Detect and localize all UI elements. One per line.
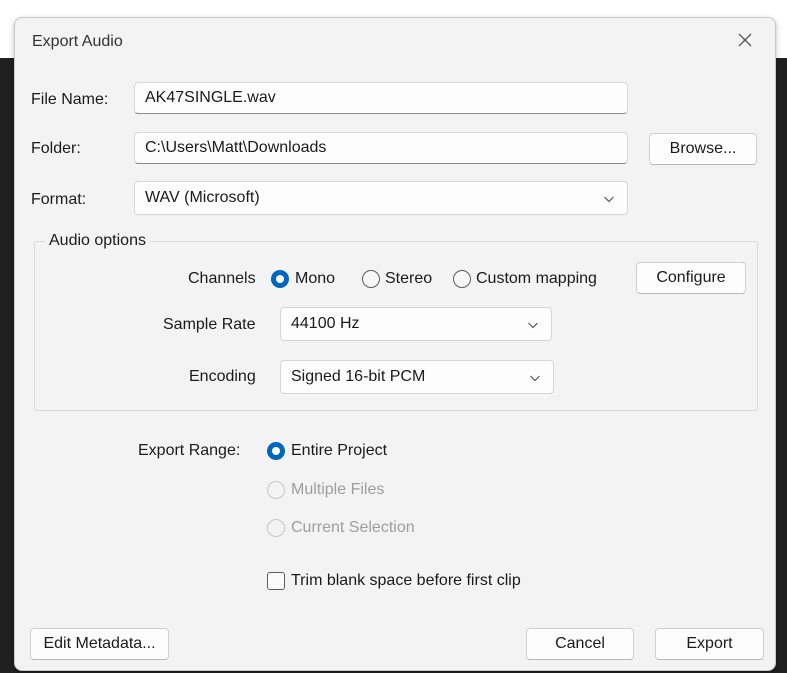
cancel-button[interactable]: Cancel: [526, 628, 634, 660]
sample-rate-label: Sample Rate: [163, 316, 256, 333]
folder-input[interactable]: C:\Users\Matt\Downloads: [134, 132, 628, 164]
sample-rate-value: 44100 Hz: [291, 315, 360, 332]
range-current-selection-label: Current Selection: [291, 519, 415, 536]
chevron-down-icon: [528, 322, 538, 329]
trim-blank-space-label: Trim blank space before first clip: [291, 572, 521, 589]
edit-metadata-button[interactable]: Edit Metadata...: [30, 628, 169, 660]
configure-button[interactable]: Configure: [636, 262, 746, 294]
close-icon[interactable]: [733, 28, 757, 52]
channel-mono-radio[interactable]: [271, 270, 289, 288]
channel-mono-label: Mono: [295, 270, 336, 287]
range-current-selection-radio: [267, 519, 285, 537]
chevron-down-icon: [604, 196, 614, 203]
trim-blank-space-checkbox[interactable]: [267, 572, 285, 590]
channel-custom-radio[interactable]: [453, 270, 471, 288]
encoding-select[interactable]: Signed 16-bit PCM: [280, 360, 554, 394]
encoding-value: Signed 16-bit PCM: [291, 368, 426, 385]
chevron-down-icon: [530, 375, 540, 382]
encoding-label: Encoding: [189, 368, 256, 385]
channel-stereo-label: Stereo: [385, 270, 433, 287]
export-audio-dialog: Export Audio File Name: AK47SINGLE.wav F…: [14, 17, 776, 671]
file-name-label: File Name:: [31, 91, 109, 108]
range-multiple-files-radio: [267, 481, 285, 499]
range-entire-project-radio[interactable]: [267, 442, 285, 460]
dialog-title: Export Audio: [32, 33, 123, 50]
range-multiple-files-label: Multiple Files: [291, 481, 385, 498]
format-label: Format:: [31, 191, 87, 208]
browse-button[interactable]: Browse...: [649, 133, 757, 165]
channel-custom-label: Custom mapping: [476, 270, 597, 287]
export-range-label: Export Range:: [138, 442, 241, 459]
export-button[interactable]: Export: [655, 628, 764, 660]
range-entire-project-label: Entire Project: [291, 442, 388, 459]
title-bar: Export Audio: [15, 18, 775, 66]
file-name-input[interactable]: AK47SINGLE.wav: [134, 82, 628, 114]
format-value: WAV (Microsoft): [145, 189, 260, 206]
audio-options-title: Audio options: [45, 232, 150, 250]
sample-rate-select[interactable]: 44100 Hz: [280, 307, 552, 341]
folder-label: Folder:: [31, 140, 81, 157]
channels-label: Channels: [188, 270, 256, 287]
channel-stereo-radio[interactable]: [362, 270, 380, 288]
format-select[interactable]: WAV (Microsoft): [134, 181, 628, 215]
